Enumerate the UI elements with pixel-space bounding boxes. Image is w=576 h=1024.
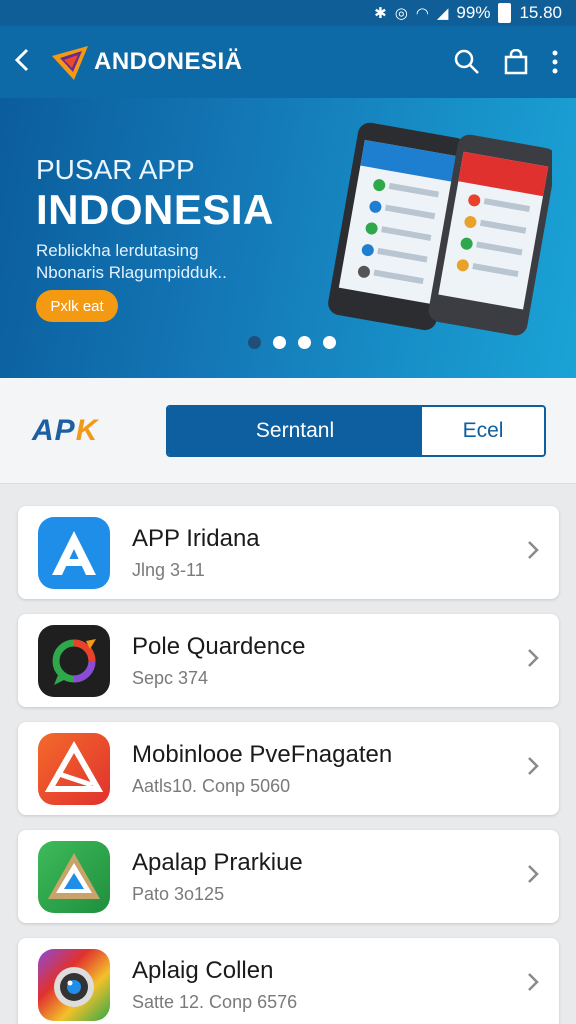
battery-icon	[498, 3, 512, 23]
hero-banner[interactable]: PUSAR APP INDONESIA Reblickha lerdutasin…	[0, 98, 576, 378]
chevron-right-icon	[527, 540, 539, 565]
list-item[interactable]: Aplaig Collen Satte 12. Conp 6576	[18, 938, 559, 1024]
battery-percentage: 99%	[456, 3, 491, 22]
triangle-map-icon	[38, 840, 110, 913]
hero-description: Reblickha lerdutasing Nbonaris Rlagumpid…	[36, 240, 336, 284]
chevron-right-icon	[527, 972, 539, 997]
carousel-indicator	[248, 336, 336, 349]
list-item[interactable]: APP Iridana Jlng 3-11	[18, 506, 559, 599]
app-meta: Pato 3o125	[132, 884, 225, 904]
status-bar: ✱ ◎ ◠ ◢ 99% 15.80	[0, 0, 576, 26]
more-vert-icon[interactable]	[552, 50, 558, 74]
app-meta: Jlng 3-11	[132, 560, 205, 580]
hero-subtitle: PUSAR APP	[36, 154, 195, 185]
search-icon[interactable]	[454, 49, 480, 75]
app-name: Apalap Prarkiue	[132, 849, 303, 876]
segmented-control: Serntanl Ecel	[166, 405, 546, 457]
hero-cta-button[interactable]: Pxlk eat	[36, 290, 118, 322]
back-chevron-icon[interactable]	[14, 47, 50, 78]
chat-bubble-icon	[38, 624, 110, 697]
app-list: APP Iridana Jlng 3-11 Pole Quardence Sep…	[18, 506, 559, 1024]
app-meta: Satte 12. Conp 6576	[132, 992, 298, 1012]
camera-lens-icon	[38, 948, 110, 1021]
carousel-dot[interactable]	[323, 336, 336, 349]
hero-description-line: Nbonaris Rlagumpidduk..	[36, 263, 227, 282]
app-meta: Aatls10. Conp 5060	[132, 776, 291, 796]
clock: 15.80	[519, 3, 562, 22]
carousel-dot[interactable]	[273, 336, 286, 349]
chevron-right-icon	[527, 648, 539, 673]
hero-description-line: Reblickha lerdutasing	[36, 241, 199, 260]
apk-logo-text: AP	[32, 414, 76, 447]
alarm-icon: ◎	[394, 5, 408, 22]
chevron-right-icon	[527, 756, 539, 781]
triangle-ruler-icon	[38, 732, 110, 805]
list-item[interactable]: Pole Quardence Sepc 374	[18, 614, 559, 707]
app-meta: Sepc 374	[132, 668, 209, 688]
app-logo-icon	[50, 42, 90, 82]
top-app-bar: ANDONESIÄ	[0, 26, 576, 98]
chevron-right-icon	[527, 864, 539, 889]
app-name: Mobinlooe PveFnagaten	[132, 741, 393, 768]
app-store-a-icon	[38, 516, 110, 589]
carousel-dot[interactable]	[298, 336, 311, 349]
list-item[interactable]: Apalap Prarkiue Pato 3o125	[18, 830, 559, 923]
app-name: APP Iridana	[132, 525, 260, 552]
shopping-bag-icon[interactable]	[504, 49, 528, 75]
phones-illustration	[328, 122, 552, 336]
list-item[interactable]: Mobinlooe PveFnagaten Aatls10. Conp 5060	[18, 722, 559, 815]
apk-logo-accent: K	[75, 414, 99, 447]
app-name: Aplaig Collen	[132, 957, 274, 984]
apk-logo: APK	[32, 414, 98, 448]
carousel-dot[interactable]	[248, 336, 261, 349]
hero-title: INDONESIA	[36, 186, 274, 233]
wifi-icon: ◠	[415, 5, 429, 22]
bluetooth-icon: ✱	[374, 5, 387, 22]
app-title: ANDONESIÄ	[94, 48, 243, 75]
segment-option-selected[interactable]: Serntanl	[168, 407, 422, 455]
segment-row: APK Serntanl Ecel	[0, 378, 576, 484]
app-name: Pole Quardence	[132, 633, 306, 660]
segment-option[interactable]: Ecel	[422, 407, 544, 455]
app-bar-actions	[454, 49, 558, 75]
signal-icon: ◢	[436, 5, 449, 22]
